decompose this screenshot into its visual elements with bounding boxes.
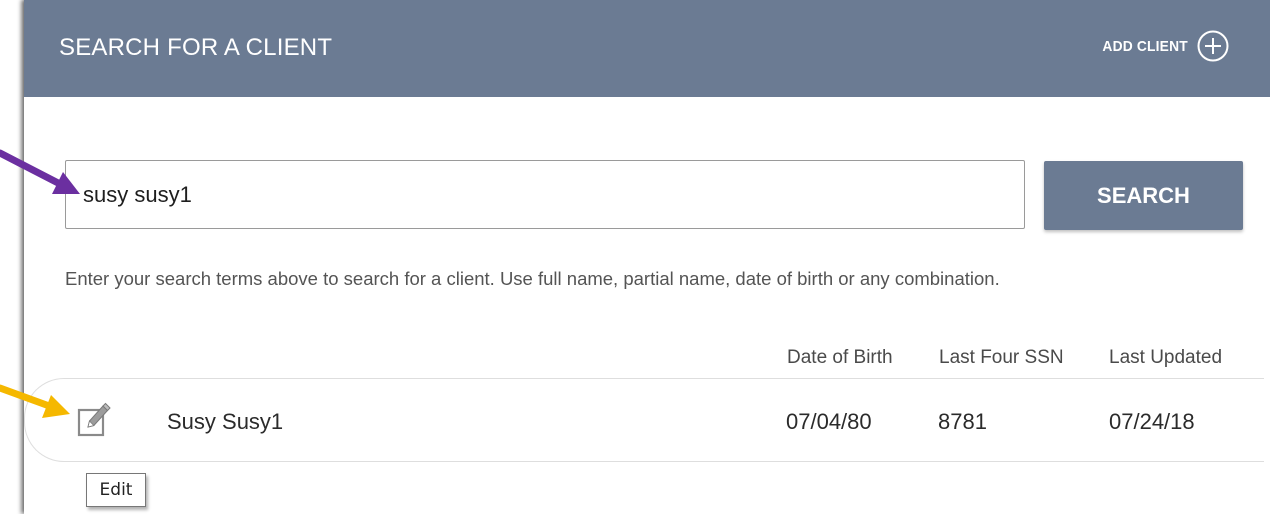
search-button[interactable]: SEARCH <box>1044 161 1243 230</box>
client-last-four-ssn: 8781 <box>938 409 987 434</box>
plus-circle-icon <box>1197 30 1229 62</box>
add-client-button[interactable]: ADD CLIENT <box>1095 29 1230 63</box>
client-name[interactable]: Susy Susy1 <box>167 409 283 435</box>
column-header-last-four-ssn: Last Four SSN <box>939 347 1064 368</box>
edit-tooltip: Edit <box>86 473 146 507</box>
edit-icon[interactable] <box>76 400 112 438</box>
panel-header: SEARCH FOR A CLIENT ADD CLIENT <box>24 0 1270 97</box>
page-title: SEARCH FOR A CLIENT <box>59 34 333 61</box>
search-input[interactable] <box>65 160 1025 229</box>
client-date-of-birth: 07/04/80 <box>786 409 872 434</box>
column-header-last-updated: Last Updated <box>1109 347 1223 368</box>
column-header-date-of-birth: Date of Birth <box>787 347 893 368</box>
page-gutter <box>0 0 24 514</box>
search-helper-text: Enter your search terms above to search … <box>65 268 1000 289</box>
client-search-panel: SEARCH FOR A CLIENT ADD CLIENT SEARCH En… <box>24 0 1270 514</box>
add-client-label: ADD CLIENT <box>1102 37 1188 55</box>
client-last-updated: 07/24/18 <box>1109 409 1195 434</box>
